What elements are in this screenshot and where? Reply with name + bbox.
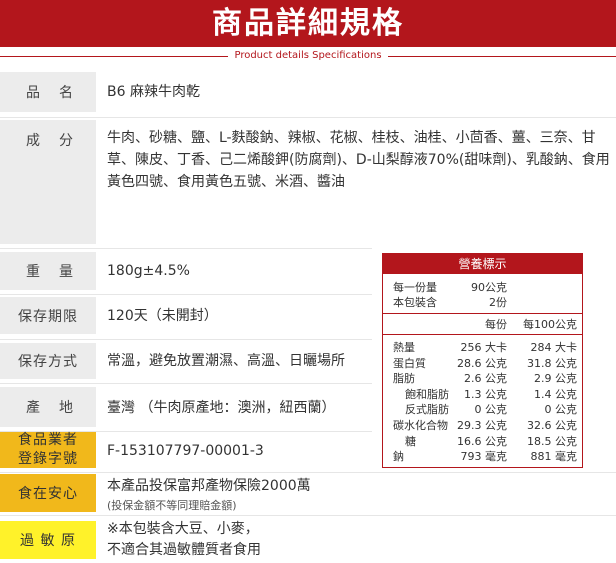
- nutrient-name: 飽和脂肪: [405, 387, 449, 401]
- divider: [0, 472, 616, 473]
- nutrient-per-100g: 881 毫克: [530, 450, 578, 464]
- serving-size-row: 每一份量 90公克: [393, 281, 507, 294]
- nutrient-name: 熱量: [393, 341, 415, 354]
- registration-label: 食品業者 登錄字號: [0, 432, 96, 468]
- nutrient-per-serving: 793 毫克: [460, 450, 508, 464]
- nutrition-row: 碳水化合物 29.3 公克 32.6 公克: [383, 418, 582, 433]
- nutrient-per-serving: 256 大卡: [460, 341, 508, 354]
- name-label: 品名: [0, 72, 96, 112]
- ingredients-label: 成分: [0, 120, 96, 244]
- nutrient-per-serving: 29.3 公克: [457, 419, 507, 432]
- nutrient-per-100g: 31.8 公克: [527, 356, 577, 370]
- weight-value: 180g±4.5%: [107, 263, 190, 279]
- divider: [0, 248, 372, 249]
- nutrition-divider: [383, 313, 582, 314]
- nutrient-per-100g: 32.6 公克: [527, 419, 577, 432]
- nutrient-per-serving: 1.3 公克: [464, 387, 507, 401]
- nutrient-per-100g: 18.5 公克: [527, 434, 577, 448]
- nutrition-row: 反式脂肪 0 公克 0 公克: [383, 402, 582, 417]
- insurance-note: (投保金額不等同理賠金額): [107, 499, 237, 512]
- nutrient-per-serving: 28.6 公克: [457, 356, 507, 370]
- nutrient-name: 反式脂肪: [405, 403, 449, 417]
- divider: [0, 515, 616, 516]
- page-subtitle: Product details Specifications: [228, 50, 388, 61]
- nutrition-row: 熱量 256 大卡 284 大卡: [383, 340, 582, 355]
- storage-label: 保存方式: [0, 343, 96, 379]
- divider: [0, 117, 616, 118]
- nutrient-name: 碳水化合物: [393, 419, 448, 432]
- insurance-value: 本產品投保富邦產物保險2000萬 (投保金額不等同理賠金額): [107, 476, 311, 516]
- name-value: B6 麻辣牛肉乾: [107, 84, 200, 100]
- allergen-value: ※本包裝含大豆、小麥， 不適合其過敏體質者食用: [107, 521, 261, 558]
- ingredients-value: 牛肉、砂糖、鹽、L-麩酸鈉、辣椒、花椒、桂枝、油桂、小茴香、薑、三奈、甘 草、陳…: [107, 130, 610, 190]
- subtitle-row: Product details Specifications: [0, 47, 616, 67]
- nutrition-row: 飽和脂肪 1.3 公克 1.4 公克: [383, 387, 582, 402]
- nutrient-name: 蛋白質: [393, 356, 426, 370]
- nutrition-column-header: 每份 每100公克: [485, 318, 577, 331]
- nutrition-table: 營養標示 每一份量 90公克 本包裝含 2份 每份 每100公克 熱量 256 大…: [382, 253, 583, 468]
- nutrition-title: 營養標示: [383, 254, 582, 274]
- nutrient-per-serving: 0 公克: [474, 403, 508, 417]
- nutrient-name: 糖: [405, 434, 416, 448]
- nutrition-divider: [383, 334, 582, 335]
- nutrient-per-100g: 1.4 公克: [534, 387, 577, 401]
- shelf-life-value: 120天（未開封）: [107, 308, 218, 324]
- divider: [0, 294, 372, 295]
- nutrition-row: 鈉 793 毫克 881 毫克: [383, 449, 582, 464]
- weight-label: 重量: [0, 252, 96, 290]
- page-title: 商品詳細規格: [212, 6, 404, 41]
- registration-value: F-153107797-00001-3: [107, 443, 264, 459]
- nutrition-row: 脂肪 2.6 公克 2.9 公克: [383, 371, 582, 386]
- nutrient-per-serving: 16.6 公克: [457, 434, 507, 448]
- nutrient-per-100g: 2.9 公克: [534, 372, 577, 386]
- nutrient-name: 脂肪: [393, 372, 415, 386]
- allergen-label: 過 敏 原: [0, 521, 96, 559]
- origin-value: 臺灣 （牛肉原產地：澳洲，紐西蘭）: [107, 400, 336, 416]
- divider: [0, 383, 372, 384]
- servings-row: 本包裝含 2份: [393, 296, 507, 309]
- shelf-life-label: 保存期限: [0, 297, 96, 334]
- divider: [0, 339, 372, 340]
- nutrient-per-serving: 2.6 公克: [464, 372, 507, 386]
- nutrient-per-100g: 0 公克: [544, 403, 578, 417]
- storage-value: 常溫，避免放置潮濕、高溫、日曬場所: [107, 353, 345, 369]
- origin-label: 產地: [0, 387, 96, 427]
- nutrition-row: 糖 16.6 公克 18.5 公克: [383, 434, 582, 449]
- insurance-label: 食在安心: [0, 474, 96, 512]
- nutrient-per-100g: 284 大卡: [530, 341, 578, 354]
- nutrition-row: 蛋白質 28.6 公克 31.8 公克: [383, 356, 582, 371]
- nutrient-name: 鈉: [393, 450, 404, 464]
